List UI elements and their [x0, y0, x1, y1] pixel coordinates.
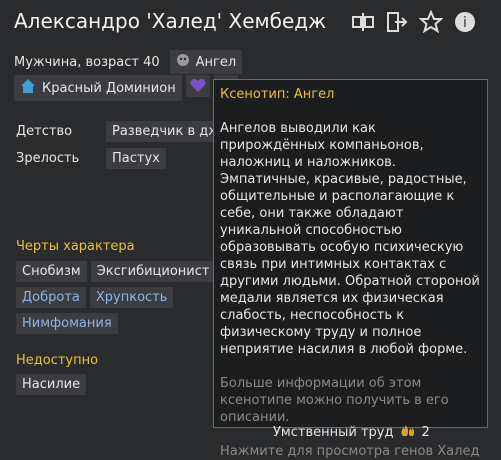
incapable-chip[interactable]: Насилие — [16, 374, 87, 395]
tooltip-body: Ангелов выводили как прирождённых компан… — [220, 121, 480, 357]
tooltip-click-hint: Нажмите для просмотра генов Халед — [220, 444, 480, 459]
traits-row-2: Доброта Хрупкость — [16, 287, 174, 308]
skill-row: Умственный труд 2 — [273, 423, 430, 441]
xenotype-badge[interactable]: Ангел — [169, 50, 243, 74]
traits-title: Черты характера — [16, 239, 135, 254]
xenotype-tooltip: Ксенотип: Ангел Ангелов выводили как при… — [213, 79, 488, 459]
trait-chip[interactable]: Нимфомания — [16, 313, 118, 334]
gender-age: Мужчина, возраст 40 — [14, 54, 160, 70]
banish-icon[interactable] — [385, 10, 409, 34]
svg-text:i: i — [463, 15, 467, 31]
xenotype-label: Ангел — [195, 54, 237, 70]
pawn-name: Александро 'Халед' Хембедж — [14, 9, 327, 33]
adulthood-backstory[interactable]: Пастух — [106, 148, 166, 169]
childhood-label: Детство — [16, 124, 73, 139]
bio-row: Мужчина, возраст 40 Ангел — [14, 50, 243, 74]
trait-chip[interactable]: Эксгибиционист — [90, 261, 216, 282]
faction-row: Красный Доминион — [14, 75, 238, 101]
traits-row-3: Нимфомания — [16, 313, 118, 334]
passion-flame-icon — [399, 423, 415, 441]
tooltip-more: Больше информации об этом ксенотипе можн… — [220, 376, 449, 425]
skill-label: Умственный труд — [273, 424, 394, 440]
trait-chip[interactable]: Снобизм — [16, 261, 87, 282]
tooltip-title: Ксенотип: Ангел — [220, 87, 335, 102]
trait-chip[interactable]: Доброта — [16, 287, 86, 308]
header-toolbar: i — [351, 10, 477, 34]
rename-icon[interactable] — [351, 10, 375, 34]
adulthood-label: Зрелость — [16, 151, 80, 166]
incapable-row: Насилие — [16, 374, 87, 395]
ideology-heart-icon[interactable] — [185, 75, 210, 97]
favorite-star-icon[interactable] — [419, 10, 443, 34]
faction-badge[interactable]: Красный Доминион — [14, 75, 182, 101]
skill-value: 2 — [421, 424, 430, 440]
faction-name: Красный Доминион — [42, 80, 176, 96]
home-icon — [20, 78, 36, 98]
xenotype-icon — [176, 53, 190, 71]
trait-chip[interactable]: Хрупкость — [89, 287, 174, 308]
traits-row-1: Снобизм Эксгибиционист — [16, 261, 216, 282]
info-icon[interactable]: i — [453, 10, 477, 34]
incapable-title: Недоступно — [16, 353, 99, 368]
